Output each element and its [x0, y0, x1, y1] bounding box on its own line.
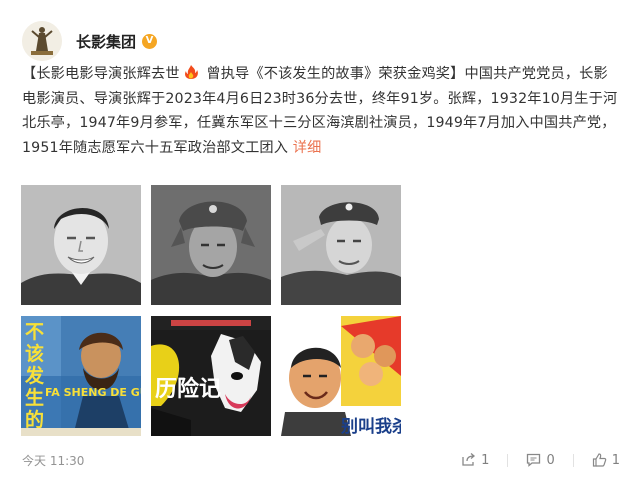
thumbs-up-icon	[592, 453, 607, 467]
svg-text:该: 该	[25, 342, 44, 365]
poster-comedy-film[interactable]: 别叫我杀	[281, 316, 401, 436]
share-count: 1	[481, 452, 490, 468]
post-footer: 今天 11:30 1 0 1	[22, 449, 620, 471]
poster-dog-film[interactable]: 历险记	[151, 316, 271, 436]
share-icon	[462, 453, 476, 466]
post-time: 今天 11:30	[22, 453, 85, 468]
comment-button[interactable]: 0	[526, 452, 555, 468]
photo-soldier-salute[interactable]	[281, 185, 401, 305]
poster-title-2: 历险记	[155, 376, 221, 402]
account-name[interactable]: 长影集团 V	[76, 31, 158, 52]
poster-title-1: 不	[25, 321, 44, 343]
divider	[507, 453, 509, 467]
verified-badge-icon: V	[142, 33, 158, 49]
more-link[interactable]: 详细	[293, 140, 322, 156]
comment-icon	[527, 453, 541, 467]
svg-text:生: 生	[25, 386, 44, 409]
share-button[interactable]: 1	[461, 453, 489, 468]
svg-text:FA SHENG DE GU: FA SHENG DE GU	[45, 386, 141, 399]
post-header: 长影集团 V	[22, 18, 158, 64]
like-count: 1	[611, 452, 620, 468]
svg-text:的: 的	[25, 408, 44, 431]
changying-logo-icon[interactable]	[22, 21, 62, 61]
like-button[interactable]: 1	[592, 453, 620, 468]
poster-bugai-fasheng-de-gushi[interactable]: 不 该 发 生 FA SHENG DE GU 的	[21, 316, 141, 436]
poster-title-3: 别叫我杀	[340, 416, 401, 436]
comment-count: 0	[546, 452, 555, 468]
photo-soldier-cap[interactable]	[151, 185, 271, 305]
svg-text:发: 发	[24, 364, 45, 387]
post-text-part1: 【长影电影导演张辉去世	[22, 66, 180, 82]
fire-icon	[182, 64, 200, 80]
photo-portrait-smiling[interactable]	[21, 185, 141, 305]
divider	[572, 453, 574, 467]
post-text: 【长影电影导演张辉去世 曾执导《不该发生的故事》荣获金鸡奖】中国共产党党员，长影…	[22, 62, 620, 160]
account-name-label: 长影集团	[76, 32, 137, 51]
weibo-post-card: 长影集团 V 【长影电影导演张辉去世 曾执导《不该发生的故事》荣获金鸡奖】中国共…	[0, 0, 633, 481]
